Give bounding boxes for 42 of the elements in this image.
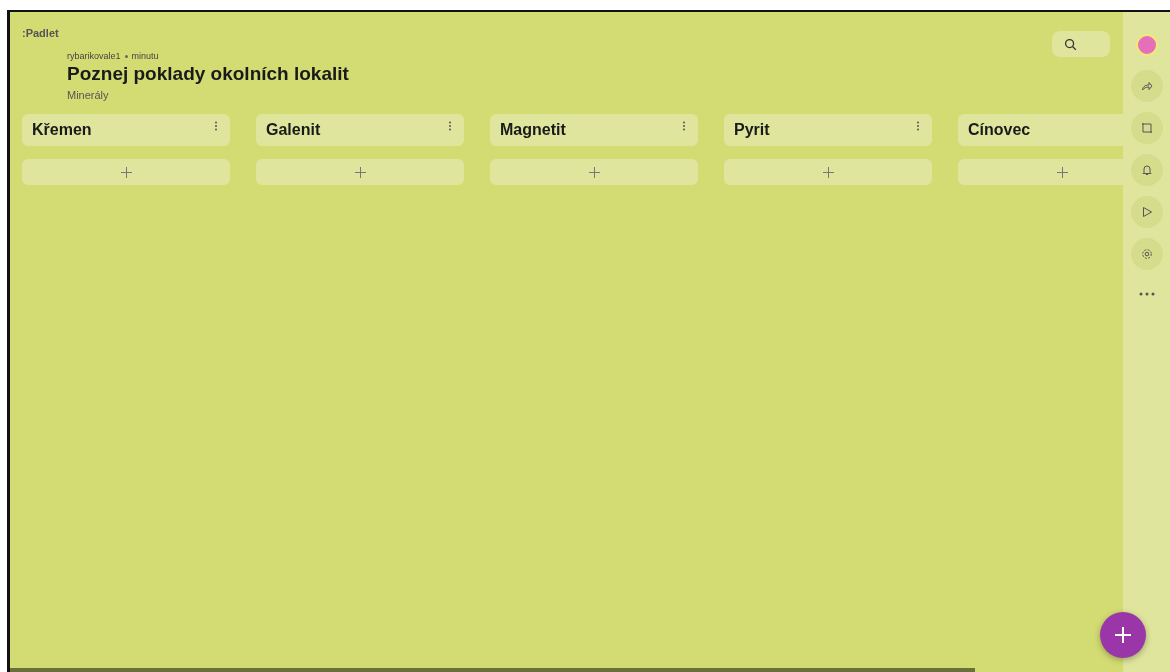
column-header[interactable]: Cínovec bbox=[958, 114, 1123, 146]
plus-icon bbox=[1114, 627, 1131, 643]
column-header[interactable]: Křemen bbox=[22, 114, 230, 146]
column-title: Křemen bbox=[32, 121, 92, 139]
more-options-icon[interactable] bbox=[916, 121, 920, 131]
column-title: Cínovec bbox=[968, 121, 1031, 139]
more-options-icon[interactable] bbox=[214, 121, 218, 131]
column-title: Magnetit bbox=[500, 121, 566, 139]
horizontal-scrollbar[interactable] bbox=[10, 668, 975, 672]
notifications-button[interactable] bbox=[1130, 154, 1163, 186]
column-header[interactable]: Magnetit bbox=[490, 114, 698, 146]
plus-icon bbox=[354, 166, 366, 178]
board-title: Poznej poklady okolních lokalit bbox=[67, 63, 349, 85]
search-icon bbox=[1064, 37, 1077, 51]
share-icon bbox=[1140, 80, 1153, 92]
column-header[interactable]: Galenit bbox=[256, 114, 464, 146]
board-subtitle: Minerály bbox=[67, 89, 109, 101]
settings-button[interactable] bbox=[1130, 238, 1163, 270]
more-options-icon[interactable] bbox=[682, 121, 686, 131]
crop-icon bbox=[1140, 122, 1153, 134]
bell-icon bbox=[1140, 164, 1153, 176]
column-header[interactable]: Pyrit bbox=[724, 114, 932, 146]
separator-dot-icon bbox=[124, 54, 128, 58]
plus-icon bbox=[588, 166, 600, 178]
search-button[interactable] bbox=[1052, 31, 1110, 57]
play-button[interactable] bbox=[1130, 196, 1163, 228]
add-post-fab[interactable] bbox=[1099, 612, 1146, 658]
crop-button[interactable] bbox=[1130, 112, 1163, 144]
post-time: minutu bbox=[131, 51, 159, 61]
column-title: Pyrit bbox=[734, 121, 770, 139]
plus-icon bbox=[822, 166, 834, 178]
column-title: Galenit bbox=[266, 121, 321, 139]
settings-icon bbox=[1140, 248, 1153, 260]
play-icon bbox=[1140, 206, 1153, 218]
more-options-icon[interactable] bbox=[448, 121, 452, 131]
share-button[interactable] bbox=[1130, 70, 1163, 102]
app-logo[interactable]: :Padlet bbox=[22, 27, 59, 39]
avatar-icon[interactable] bbox=[1135, 34, 1158, 56]
plus-icon bbox=[120, 166, 132, 178]
plus-icon bbox=[1056, 166, 1068, 178]
author-name[interactable]: rybarikovale1 bbox=[67, 51, 121, 61]
more-icon[interactable] bbox=[1138, 292, 1155, 296]
